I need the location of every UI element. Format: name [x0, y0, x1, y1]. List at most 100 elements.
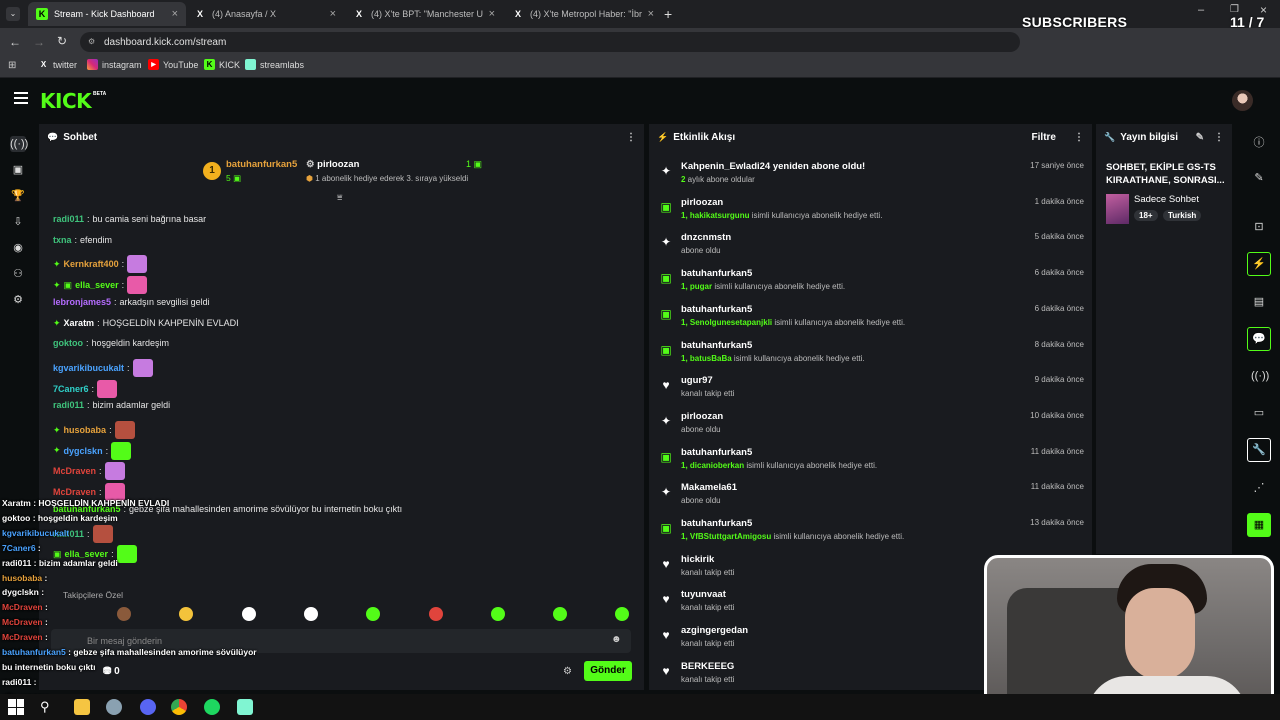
spotify-icon[interactable]	[204, 699, 220, 715]
bookmark-youtube[interactable]: ▶ YouTube	[148, 59, 198, 70]
send-button[interactable]: Gönder	[584, 661, 632, 681]
close-tab-icon[interactable]: ×	[330, 8, 336, 20]
mod-view-icon[interactable]: ▭	[1251, 405, 1267, 421]
chat-username[interactable]: radi011	[53, 214, 84, 224]
live-stream-icon[interactable]: ((·))	[10, 136, 28, 152]
filter-button[interactable]: Filtre	[1032, 132, 1056, 143]
info-icon[interactable]: ⓘ	[1251, 135, 1267, 151]
activity-highlight[interactable]: 1, batusBaBa	[681, 354, 732, 363]
activity-name[interactable]: pirloozan	[681, 411, 723, 422]
activity-more-icon[interactable]: ⋮	[1074, 132, 1084, 143]
emote-emote-icon[interactable]	[615, 607, 630, 621]
emote-football-icon[interactable]	[241, 607, 256, 621]
chat-username[interactable]: Xaratm	[64, 318, 95, 328]
dashboard-icon[interactable]: ▣	[10, 162, 26, 178]
edit-pen-icon[interactable]: ✎	[1251, 170, 1267, 186]
activity-name[interactable]: pirloozan	[681, 197, 723, 208]
tab-list-dropdown-icon[interactable]: ⌄	[6, 7, 20, 21]
chat-settings-icon[interactable]: ⚙	[563, 666, 572, 677]
emote-tabi-icon[interactable]	[303, 607, 318, 621]
notes-icon[interactable]: ▤	[1251, 294, 1267, 310]
streamlabs-icon[interactable]	[237, 699, 253, 715]
chat-username[interactable]: ella_sever	[75, 280, 119, 290]
bookmark-instagram[interactable]: instagram	[87, 59, 142, 70]
settings-icon[interactable]: ⚙	[10, 292, 26, 308]
avatar[interactable]	[1232, 90, 1253, 111]
chat-username[interactable]: 7Caner6	[53, 384, 89, 394]
file-explorer-icon[interactable]	[74, 699, 90, 715]
activity-name[interactable]: azgingergedan	[681, 625, 748, 636]
quick-actions-icon[interactable]: ⚡	[1247, 252, 1271, 276]
chat-username[interactable]: kgvarikibucukalt	[53, 363, 124, 373]
tab-x-metropol[interactable]: X (4) X'te Metropol Haber: "İbrah ×	[504, 2, 662, 26]
close-tab-icon[interactable]: ×	[172, 8, 178, 20]
chrome-icon[interactable]	[171, 699, 187, 715]
activity-name[interactable]: ugur97	[681, 375, 713, 386]
activity-name[interactable]: Kahpenin_Ewladi24 yeniden abone oldu!	[681, 161, 865, 172]
kick-logo[interactable]: KICK	[40, 89, 92, 113]
chat-username[interactable]: txna	[53, 235, 72, 245]
search-icon[interactable]: ⚲	[40, 699, 56, 715]
bookmark-twitter[interactable]: X twitter	[38, 59, 77, 70]
tag-language[interactable]: Turkish	[1163, 210, 1202, 221]
activity-highlight[interactable]: 1, pugar	[681, 282, 712, 291]
chat-more-icon[interactable]: ⋮	[626, 132, 636, 143]
reload-icon[interactable]: ↻	[57, 34, 67, 48]
users-icon[interactable]: ⚇	[10, 266, 26, 282]
back-icon[interactable]: ←	[9, 35, 21, 49]
windows-start-icon[interactable]	[8, 699, 24, 715]
emote-gift-icon[interactable]	[366, 607, 381, 621]
share-icon[interactable]: ⋰	[1251, 480, 1267, 496]
bookmark-kick[interactable]: K KICK	[204, 59, 240, 70]
trophy-icon[interactable]: 🏆	[10, 188, 26, 204]
apps-grid-icon[interactable]: ⊞	[8, 60, 16, 71]
tag-18plus[interactable]: 18+	[1134, 210, 1158, 221]
activity-name[interactable]: batuhanfurkan5	[681, 518, 752, 529]
chat-username[interactable]: goktoo	[53, 338, 83, 348]
emote-soccer-icon[interactable]	[490, 607, 505, 621]
chat-username[interactable]: husobaba	[64, 425, 107, 435]
site-info-icon[interactable]: ⚙	[88, 37, 98, 47]
activity-highlight[interactable]: 1, Senolgunesetapanjkli	[681, 318, 772, 327]
bookmark-streamlabs[interactable]: streamlabs	[245, 59, 304, 70]
edit-icon[interactable]: ✎	[1196, 132, 1204, 143]
tab-kick-dashboard[interactable]: K Stream - Kick Dashboard ×	[28, 2, 186, 26]
activity-name[interactable]: hickirik	[681, 554, 714, 565]
chat-username[interactable]: McDraven	[53, 487, 96, 497]
clip-icon[interactable]: ▦	[1247, 513, 1271, 537]
close-tab-icon[interactable]: ×	[648, 8, 654, 20]
collapse-pin-icon[interactable]: ⩸	[337, 192, 342, 203]
emote-laugh-icon[interactable]	[179, 607, 194, 621]
chat-username[interactable]: lebronjames5	[53, 297, 111, 307]
minimize-icon[interactable]: –	[1198, 4, 1204, 16]
discord-icon[interactable]	[140, 699, 156, 715]
chat-input[interactable]: Bir mesaj gönderin	[87, 636, 162, 646]
close-tab-icon[interactable]: ×	[489, 8, 495, 20]
activity-name[interactable]: batuhanfurkan5	[681, 340, 752, 351]
app-icon[interactable]	[106, 699, 122, 715]
activity-name[interactable]: batuhanfurkan5	[681, 304, 752, 315]
activity-highlight[interactable]: 1, hakikatsurgunu	[681, 211, 749, 220]
new-tab-button[interactable]: +	[664, 6, 672, 22]
emoji-icon[interactable]: ☻	[611, 634, 622, 645]
category-name[interactable]: Sadece Sohbet	[1134, 194, 1199, 205]
activity-highlight[interactable]: 1, VfBStuttgartAmigosu	[681, 532, 771, 541]
emote-poop-icon[interactable]	[117, 607, 131, 621]
leader-username[interactable]: batuhanfurkan5	[226, 159, 297, 170]
activity-name[interactable]: Makamela61	[681, 482, 737, 493]
gifter-username[interactable]: ⚙ pirloozan	[306, 159, 359, 170]
camera-icon[interactable]: ◉	[10, 240, 26, 256]
community-icon[interactable]: ⇩	[10, 214, 26, 230]
tab-x-bpt[interactable]: X (4) X'te BPT: "Manchester Unit ×	[345, 2, 503, 26]
chat-username[interactable]: McDraven	[53, 466, 96, 476]
activity-name[interactable]: BERKEEEG	[681, 661, 734, 672]
tools-icon[interactable]: 🔧	[1247, 438, 1271, 462]
activity-name[interactable]: dnzcnmstn	[681, 232, 731, 243]
stream-info-more-icon[interactable]: ⋮	[1214, 132, 1224, 143]
emote-chat-icon[interactable]	[553, 607, 568, 621]
chat-username[interactable]: dygclskn	[64, 446, 103, 456]
chat-username[interactable]: radi011	[53, 400, 84, 410]
activity-name[interactable]: batuhanfurkan5	[681, 268, 752, 279]
activity-name[interactable]: batuhanfurkan5	[681, 447, 752, 458]
activity-name[interactable]: tuyunvaat	[681, 589, 726, 600]
